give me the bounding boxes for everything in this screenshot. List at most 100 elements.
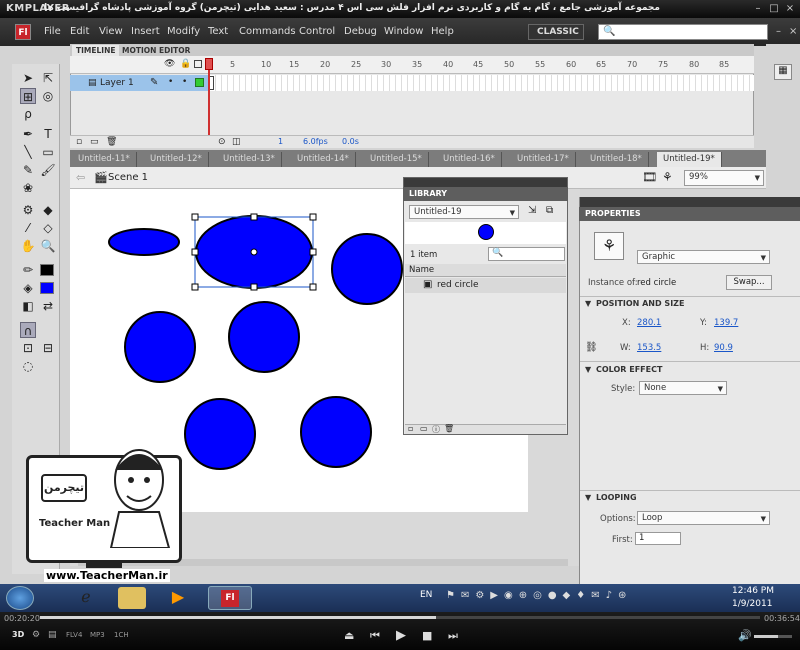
eject-icon[interactable]: ⏏	[344, 629, 354, 642]
circle-instance[interactable]	[331, 233, 403, 305]
zoom-tool-icon[interactable]: 🔍	[40, 238, 56, 254]
volume-icon[interactable]: 🔊	[738, 629, 752, 642]
brush-tool-icon[interactable]: 🖌	[40, 162, 56, 178]
start-button[interactable]	[6, 586, 34, 610]
snap-to-objects-icon[interactable]: ∩	[20, 322, 36, 338]
layer-outline-color[interactable]	[195, 78, 204, 87]
eyedropper-tool-icon[interactable]: ⁄	[20, 220, 36, 236]
transform-handle[interactable]	[191, 283, 199, 291]
paint-bucket-tool-icon[interactable]: ◆	[40, 202, 56, 218]
next-icon[interactable]: ⏭	[448, 629, 458, 643]
eye-icon[interactable]: 👁	[164, 59, 175, 69]
doc-tab[interactable]: Untitled-15*	[364, 152, 429, 167]
onion-skin-icon[interactable]: ◫	[232, 137, 241, 147]
delete-layer-icon[interactable]: 🗑	[106, 137, 117, 147]
outline-icon[interactable]	[194, 60, 202, 68]
section-toggle-icon[interactable]: ▼	[585, 365, 591, 374]
doc-tab[interactable]: Untitled-13*	[217, 152, 282, 167]
ie-icon[interactable]: ℯ	[72, 587, 100, 609]
play-icon[interactable]: ▶	[396, 628, 406, 643]
layer-row[interactable]: ▤ Layer 1 ✎ • •	[70, 75, 210, 91]
minimize-icon[interactable]: –	[752, 3, 764, 15]
menu-commands[interactable]: Commands	[239, 26, 296, 37]
doc-tab[interactable]: Untitled-17*	[511, 152, 576, 167]
text-tool-icon[interactable]: T	[40, 126, 56, 142]
transform-handle[interactable]	[191, 213, 199, 221]
eraser-tool-icon[interactable]: ◇	[40, 220, 56, 236]
language-indicator[interactable]: EN	[420, 590, 432, 600]
center-frame-icon[interactable]: ⊙	[218, 137, 226, 147]
symbol-behavior-select[interactable]: Graphic	[637, 250, 770, 264]
color-style-select[interactable]: None	[639, 381, 727, 395]
maximize-icon[interactable]: □	[768, 3, 780, 15]
looping-heading[interactable]: LOOPING	[596, 493, 637, 502]
line-tool-icon[interactable]: ╲	[20, 144, 36, 160]
library-name-column[interactable]: Name	[409, 265, 434, 275]
smooth-icon[interactable]: ⊡	[20, 340, 36, 356]
minimize-flash-icon[interactable]: –	[776, 26, 781, 37]
circle-instance[interactable]	[300, 396, 372, 468]
circle-instance[interactable]	[108, 228, 180, 256]
new-folder-icon[interactable]: ▭	[90, 137, 99, 147]
color-panel-icon[interactable]: ▦	[774, 64, 792, 80]
loop-options-select[interactable]: Loop	[637, 511, 770, 525]
doc-tab[interactable]: Untitled-14*	[291, 152, 356, 167]
menu-file[interactable]: File	[44, 26, 61, 37]
previous-icon[interactable]: ⏮	[370, 629, 380, 643]
explorer-icon[interactable]	[118, 587, 146, 609]
doc-tab[interactable]: Untitled-11*	[72, 152, 137, 167]
selection-tool-icon[interactable]: ➤	[20, 70, 36, 86]
circle-instance[interactable]	[124, 311, 196, 383]
y-value[interactable]: 139.7	[714, 318, 738, 328]
transform-handle[interactable]	[309, 248, 317, 256]
edit-scene-icon[interactable]: 🎞	[642, 170, 657, 184]
height-value[interactable]: 90.9	[714, 343, 733, 353]
search-input[interactable]: 🔍	[598, 24, 768, 40]
stop-icon[interactable]: ■	[422, 629, 432, 642]
3d-badge[interactable]: 3D	[12, 630, 24, 639]
pencil-tool-icon[interactable]: ✎	[20, 162, 36, 178]
library-item-name[interactable]: red circle	[437, 280, 479, 290]
properties-title[interactable]: PROPERTIES	[585, 209, 641, 218]
doc-tab-active[interactable]: Untitled-19*	[657, 152, 722, 167]
zoom-select[interactable]: 99%	[684, 170, 764, 186]
rotate-skew-icon[interactable]: ◌	[20, 358, 36, 374]
library-document-select[interactable]: Untitled-19	[409, 205, 519, 219]
edit-symbol-icon[interactable]: ⚘	[662, 170, 673, 184]
layer-name[interactable]: Layer 1	[100, 78, 134, 88]
media-player-icon[interactable]: ▶	[164, 587, 192, 609]
fill-color-icon[interactable]: ◈	[20, 280, 36, 296]
menu-control[interactable]: Control	[299, 26, 335, 37]
close-flash-icon[interactable]: ×	[789, 26, 797, 37]
x-value[interactable]: 280.1	[637, 318, 661, 328]
hand-tool-icon[interactable]: ✋	[20, 238, 36, 254]
close-icon[interactable]: ×	[784, 3, 796, 15]
stroke-color-icon[interactable]: ✏	[20, 262, 36, 278]
flash-taskbar-button[interactable]: Fl	[208, 586, 252, 610]
back-arrow-icon[interactable]: ⇦	[76, 171, 85, 184]
system-tray-icons[interactable]: ⚑✉⚙▶◉⊕◎●◆♦✉♪⊛	[446, 590, 706, 606]
doc-tab[interactable]: Untitled-18*	[584, 152, 649, 167]
seek-bar[interactable]	[40, 616, 760, 619]
straighten-icon[interactable]: ⊟	[40, 340, 56, 356]
swap-colors-icon[interactable]: ⇄	[40, 298, 56, 314]
doc-tab[interactable]: Untitled-16*	[437, 152, 502, 167]
clock-time[interactable]: 12:46 PM	[732, 586, 774, 596]
tab-motion-editor[interactable]: MOTION EDITOR	[118, 45, 194, 56]
doc-tab[interactable]: Untitled-12*	[144, 152, 209, 167]
width-value[interactable]: 153.5	[637, 343, 661, 353]
new-layer-icon[interactable]: ▫	[76, 137, 82, 147]
black-white-icon[interactable]: ◧	[20, 298, 36, 314]
new-folder-icon[interactable]: ▭	[420, 424, 428, 433]
first-frame-input[interactable]: 1	[635, 532, 681, 545]
lock-aspect-icon[interactable]: ⛓	[585, 342, 598, 353]
new-library-icon[interactable]: ⧉	[546, 205, 553, 216]
library-grip[interactable]	[404, 178, 567, 187]
properties-icon[interactable]: ⓘ	[432, 424, 440, 435]
transform-handle[interactable]	[309, 213, 317, 221]
playhead-handle[interactable]	[205, 58, 213, 70]
settings-gear-icon[interactable]: ⚙	[32, 630, 40, 640]
stroke-color-swatch[interactable]	[40, 264, 54, 276]
menu-window[interactable]: Window	[384, 26, 423, 37]
transform-point[interactable]	[250, 248, 258, 256]
